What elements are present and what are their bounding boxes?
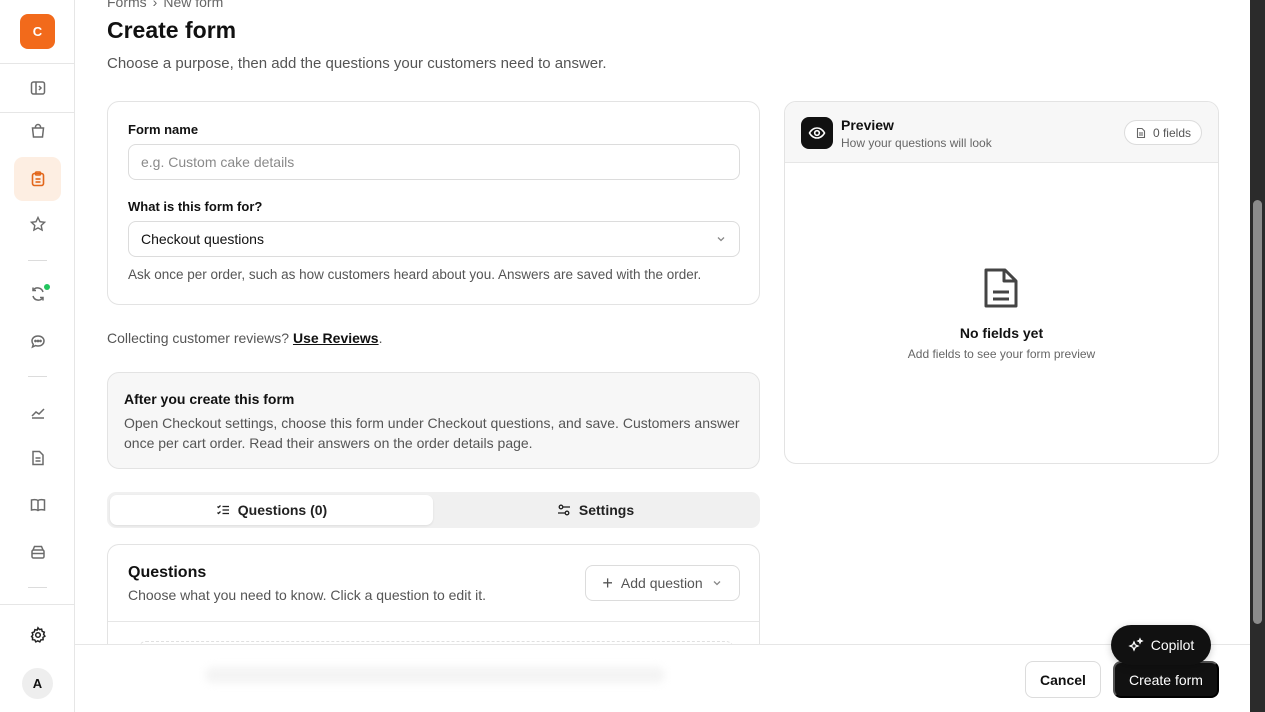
form-purpose-select[interactable]: Checkout questions — [128, 221, 740, 257]
sidebar-toggle-button[interactable] — [14, 66, 61, 110]
checklist-icon — [216, 505, 229, 515]
empty-document-icon — [984, 268, 1018, 308]
breadcrumb-current: New form — [163, 0, 224, 10]
sidebar-item-storage[interactable] — [14, 530, 61, 574]
sidebar-item-products[interactable] — [14, 109, 61, 153]
reviews-hint-text: Collecting customer reviews? — [107, 330, 290, 346]
create-form-button[interactable]: Create form — [1113, 661, 1219, 698]
shopping-bag-icon — [31, 123, 44, 138]
add-question-label: Add question — [620, 575, 703, 591]
scrollbar-thumb[interactable] — [1253, 200, 1262, 624]
sidebar-item-sync[interactable] — [14, 272, 61, 316]
book-icon — [30, 498, 45, 512]
after-create-info-card: After you create this form Open Checkout… — [107, 372, 760, 469]
breadcrumb: Forms › New form — [107, 0, 223, 10]
questions-divider — [108, 621, 759, 622]
chart-icon — [30, 408, 45, 419]
tab-questions-label: Questions (0) — [237, 502, 328, 518]
eye-icon — [808, 127, 826, 139]
chat-icon — [30, 335, 45, 349]
archive-icon — [30, 545, 45, 559]
form-purpose-label: What is this form for? — [128, 199, 263, 214]
sidebar-divider — [0, 604, 75, 605]
star-icon — [29, 215, 46, 232]
form-details-card: Form name What is this form for? Checkou… — [107, 101, 760, 305]
sidebar-item-analytics[interactable] — [14, 390, 61, 434]
scrollbar-track[interactable] — [1250, 0, 1265, 712]
form-name-input[interactable] — [128, 144, 740, 180]
blurred-content — [205, 667, 665, 683]
sidebar-item-settings[interactable] — [14, 613, 61, 657]
copilot-label: Copilot — [1150, 637, 1195, 653]
page-subtitle: Choose a purpose, then add the questions… — [107, 55, 607, 72]
form-name-label: Form name — [128, 122, 199, 137]
empty-state-title: No fields yet — [959, 325, 1044, 341]
add-question-button[interactable]: + Add question — [585, 565, 740, 601]
preview-subtitle: How your questions will look — [841, 136, 992, 150]
sparkles-icon — [1128, 637, 1144, 652]
sidebar-item-pages[interactable] — [14, 436, 61, 480]
empty-state-subtitle: Add fields to see your form preview — [907, 347, 1096, 361]
tab-questions[interactable]: Questions (0) — [110, 495, 433, 525]
plus-icon: + — [602, 573, 613, 593]
form-purpose-value: Checkout questions — [141, 231, 264, 247]
document-icon — [1136, 127, 1146, 138]
sidebar-item-reviews[interactable] — [14, 202, 61, 246]
form-tabs: Questions (0) Settings — [107, 492, 760, 528]
status-dot — [44, 284, 50, 290]
use-reviews-link[interactable]: Use Reviews — [293, 330, 379, 346]
reviews-hint-suffix: . — [378, 330, 383, 346]
panel-toggle-icon — [30, 81, 45, 95]
gear-icon — [30, 626, 46, 643]
fields-count-badge: 0 fields — [1123, 120, 1202, 145]
fields-count: 0 fields — [1152, 125, 1191, 140]
tab-settings-label: Settings — [578, 502, 635, 518]
info-body: Open Checkout settings, choose this form… — [124, 415, 740, 451]
chevron-down-icon — [717, 237, 725, 242]
sidebar-item-messages[interactable] — [14, 320, 61, 364]
copilot-button[interactable]: Copilot — [1111, 625, 1211, 665]
chevron-down-icon — [713, 581, 721, 586]
info-title: After you create this form — [124, 391, 295, 407]
sidebar-divider — [0, 63, 75, 64]
questions-subtitle: Choose what you need to know. Click a qu… — [128, 587, 486, 603]
preview-header: Preview How your questions will look 0 f… — [785, 102, 1218, 163]
action-footer: Cancel Create form — [75, 644, 1250, 712]
preview-title: Preview — [841, 117, 894, 133]
sidebar: C A — [0, 0, 75, 712]
reviews-hint: Collecting customer reviews? Use Reviews… — [107, 330, 382, 346]
sidebar-divider — [28, 260, 47, 261]
eye-icon-box — [801, 117, 833, 149]
document-icon — [31, 450, 44, 466]
sliders-icon — [557, 504, 570, 516]
questions-title: Questions — [128, 564, 207, 581]
form-purpose-helper: Ask once per order, such as how customer… — [128, 267, 702, 282]
sidebar-divider — [28, 376, 47, 377]
preview-panel: Preview How your questions will look 0 f… — [784, 101, 1219, 464]
tab-settings[interactable]: Settings — [434, 495, 757, 525]
clipboard-icon — [31, 171, 44, 187]
sidebar-divider — [28, 587, 47, 588]
breadcrumb-separator: › — [152, 0, 158, 10]
page-title: Create form — [107, 17, 237, 43]
store-logo[interactable]: C — [20, 14, 55, 49]
sidebar-item-forms[interactable] — [14, 157, 61, 201]
cancel-button[interactable]: Cancel — [1025, 661, 1101, 698]
user-avatar[interactable]: A — [22, 668, 53, 699]
sidebar-item-docs[interactable] — [14, 483, 61, 527]
breadcrumb-forms-link[interactable]: Forms — [107, 0, 147, 10]
